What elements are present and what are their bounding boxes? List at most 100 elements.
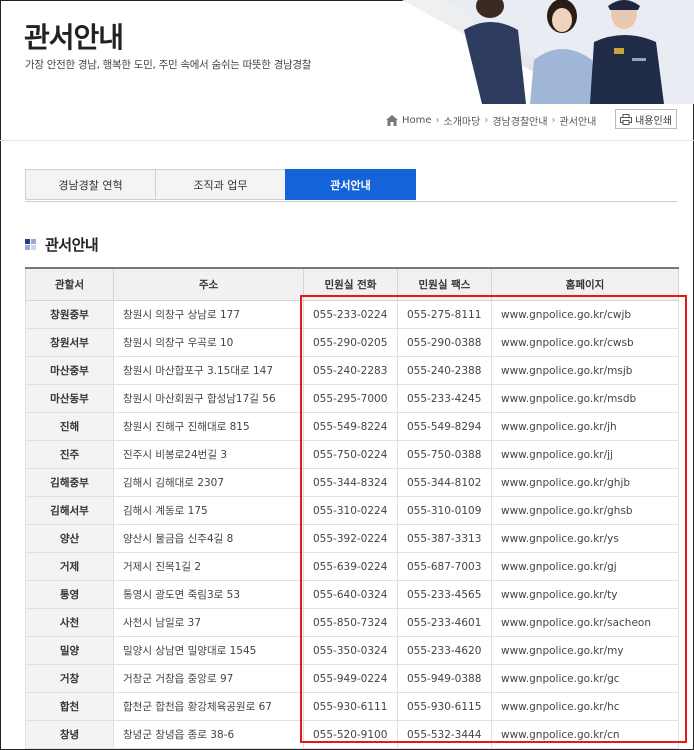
station-homepage[interactable]: www.gnpolice.go.kr/sacheon — [491, 608, 679, 637]
station-fax: 055-290-0388 — [397, 328, 492, 357]
print-button[interactable]: 내용인쇄 — [615, 109, 677, 129]
station-fax: 055-949-0388 — [397, 664, 492, 693]
tab-organization[interactable]: 조직과 업무 — [155, 169, 286, 200]
station-fax: 055-532-3444 — [397, 720, 492, 749]
station-name: 창원중부 — [25, 300, 114, 329]
station-phone: 055-640-0324 — [303, 580, 398, 609]
station-phone: 055-639-0224 — [303, 552, 398, 581]
station-address: 거제시 진목1길 2 — [113, 552, 304, 581]
station-phone: 055-350-0324 — [303, 636, 398, 665]
station-name: 밀양 — [25, 636, 114, 665]
station-address: 양산시 물금읍 신주4길 8 — [113, 524, 304, 553]
station-name: 창원서부 — [25, 328, 114, 357]
station-homepage[interactable]: www.gnpolice.go.kr/ys — [491, 524, 679, 553]
table-row: 창원중부 창원시 의창구 상남로 177 055-233-0224 055-275-8… — [25, 300, 679, 329]
tab-history[interactable]: 경남경찰 연혁 — [25, 169, 156, 200]
table-row: 사천 사천시 남일로 37 055-850-7324 055-233-4601 www.… — [25, 608, 679, 637]
table-row: 창녕 창녕군 창녕읍 종로 38-6 055-520-9100 055-532-344… — [25, 720, 679, 749]
chevron-right-icon: › — [435, 115, 440, 126]
breadcrumb-current: 관서안내 — [559, 117, 597, 128]
station-name: 진해 — [25, 412, 114, 441]
station-homepage[interactable]: www.gnpolice.go.kr/msdb — [491, 384, 679, 413]
station-phone: 055-290-0205 — [303, 328, 398, 357]
station-phone: 055-750-0224 — [303, 440, 398, 469]
header-phone: 민원실 전화 — [303, 267, 398, 301]
table-row: 김해중부 김해시 김해대로 2307 055-344-8324 055-344-810… — [25, 468, 679, 497]
table-row: 진주 진주시 비봉로24번길 3 055-750-0224 055-750-0388 w… — [25, 440, 679, 469]
station-name: 김해서부 — [25, 496, 114, 525]
station-homepage[interactable]: www.gnpolice.go.kr/ghsb — [491, 496, 679, 525]
table-header-row: 관할서 주소 민원실 전화 민원실 팩스 홈페이지 — [25, 267, 679, 301]
breadcrumb-home[interactable]: Home — [402, 115, 432, 126]
station-phone: 055-949-0224 — [303, 664, 398, 693]
station-table: 관할서 주소 민원실 전화 민원실 팩스 홈페이지 창원중부 창원시 의창구 상남… — [25, 267, 679, 749]
station-name: 마산중부 — [25, 356, 114, 385]
station-address: 사천시 남일로 37 — [113, 608, 304, 637]
station-name: 진주 — [25, 440, 114, 469]
station-homepage[interactable]: www.gnpolice.go.kr/my — [491, 636, 679, 665]
chevron-right-icon: › — [551, 115, 556, 126]
station-homepage[interactable]: www.gnpolice.go.kr/jj — [491, 440, 679, 469]
station-homepage[interactable]: www.gnpolice.go.kr/gc — [491, 664, 679, 693]
station-address: 창원시 의창구 상남로 177 — [113, 300, 304, 329]
station-address: 통영시 광도면 죽림3로 53 — [113, 580, 304, 609]
table-row: 창원서부 창원시 의창구 우곡로 10 055-290-0205 055-290-03… — [25, 328, 679, 357]
station-name: 거제 — [25, 552, 114, 581]
station-address: 창원시 마산합포구 3.15대로 147 — [113, 356, 304, 385]
station-phone: 055-344-8324 — [303, 468, 398, 497]
station-homepage[interactable]: www.gnpolice.go.kr/cwjb — [491, 300, 679, 329]
station-homepage[interactable]: www.gnpolice.go.kr/gj — [491, 552, 679, 581]
station-phone: 055-850-7324 — [303, 608, 398, 637]
table-row: 합천 합천군 합천읍 황강체육공원로 67 055-930-6111 055-930-… — [25, 692, 679, 721]
station-address: 거창군 거창읍 중앙로 97 — [113, 664, 304, 693]
header-homepage: 홈페이지 — [491, 267, 679, 301]
station-address: 밀양시 상남면 밀양대로 1545 — [113, 636, 304, 665]
station-phone: 055-240-2283 — [303, 356, 398, 385]
station-name: 합천 — [25, 692, 114, 721]
station-address: 창녕군 창녕읍 종로 38-6 — [113, 720, 304, 749]
station-fax: 055-930-6115 — [397, 692, 492, 721]
station-fax: 055-275-8111 — [397, 300, 492, 329]
station-phone: 055-295-7000 — [303, 384, 398, 413]
breadcrumb-item[interactable]: 소개마당 — [444, 113, 481, 128]
print-button-label: 내용인쇄 — [635, 115, 672, 127]
breadcrumb: Home › 소개마당 › 경남경찰안내 › 관서안내 — [386, 113, 596, 128]
tab-bar: 경남경찰 연혁 조직과 업무 관서안내 — [25, 169, 677, 202]
station-fax: 055-750-0388 — [397, 440, 492, 469]
station-homepage[interactable]: www.gnpolice.go.kr/hc — [491, 692, 679, 721]
hero-banner-image — [402, 0, 694, 104]
station-fax: 055-233-4565 — [397, 580, 492, 609]
table-row: 진해 창원시 진해구 진해대로 815 055-549-8224 055-549-82… — [25, 412, 679, 441]
section-square-icon — [25, 238, 37, 251]
station-phone: 055-520-9100 — [303, 720, 398, 749]
station-fax: 055-233-4601 — [397, 608, 492, 637]
station-homepage[interactable]: www.gnpolice.go.kr/cn — [491, 720, 679, 749]
print-icon — [620, 113, 633, 125]
table-row: 마산동부 창원시 마산회원구 합성남17길 56 055-295-7000 055-2… — [25, 384, 679, 413]
station-name: 창녕 — [25, 720, 114, 749]
station-phone: 055-233-0224 — [303, 300, 398, 329]
station-fax: 055-233-4620 — [397, 636, 492, 665]
header-fax: 민원실 팩스 — [397, 267, 492, 301]
station-name: 통영 — [25, 580, 114, 609]
station-homepage[interactable]: www.gnpolice.go.kr/cwsb — [491, 328, 679, 357]
station-homepage[interactable]: www.gnpolice.go.kr/ty — [491, 580, 679, 609]
station-address: 김해시 김해대로 2307 — [113, 468, 304, 497]
tab-station-guide[interactable]: 관서안내 — [285, 169, 416, 200]
table-row: 거제 거제시 진목1길 2 055-639-0224 055-687-7003 www.… — [25, 552, 679, 581]
breadcrumb-item[interactable]: 경남경찰안내 — [492, 113, 547, 128]
station-phone: 055-392-0224 — [303, 524, 398, 553]
station-homepage[interactable]: www.gnpolice.go.kr/jh — [491, 412, 679, 441]
table-row: 김해서부 김해시 계동로 175 055-310-0224 055-310-0109 w… — [25, 496, 679, 525]
header-address: 주소 — [113, 267, 304, 301]
station-phone: 055-310-0224 — [303, 496, 398, 525]
station-homepage[interactable]: www.gnpolice.go.kr/ghjb — [491, 468, 679, 497]
page-title: 관서안내 — [24, 21, 124, 54]
station-name: 김해중부 — [25, 468, 114, 497]
table-row: 밀양 밀양시 상남면 밀양대로 1545 055-350-0324 055-233-4… — [25, 636, 679, 665]
station-homepage[interactable]: www.gnpolice.go.kr/msjb — [491, 356, 679, 385]
station-fax: 055-549-8294 — [397, 412, 492, 441]
home-icon[interactable] — [386, 115, 398, 126]
station-fax: 055-233-4245 — [397, 384, 492, 413]
station-name: 사천 — [25, 608, 114, 637]
